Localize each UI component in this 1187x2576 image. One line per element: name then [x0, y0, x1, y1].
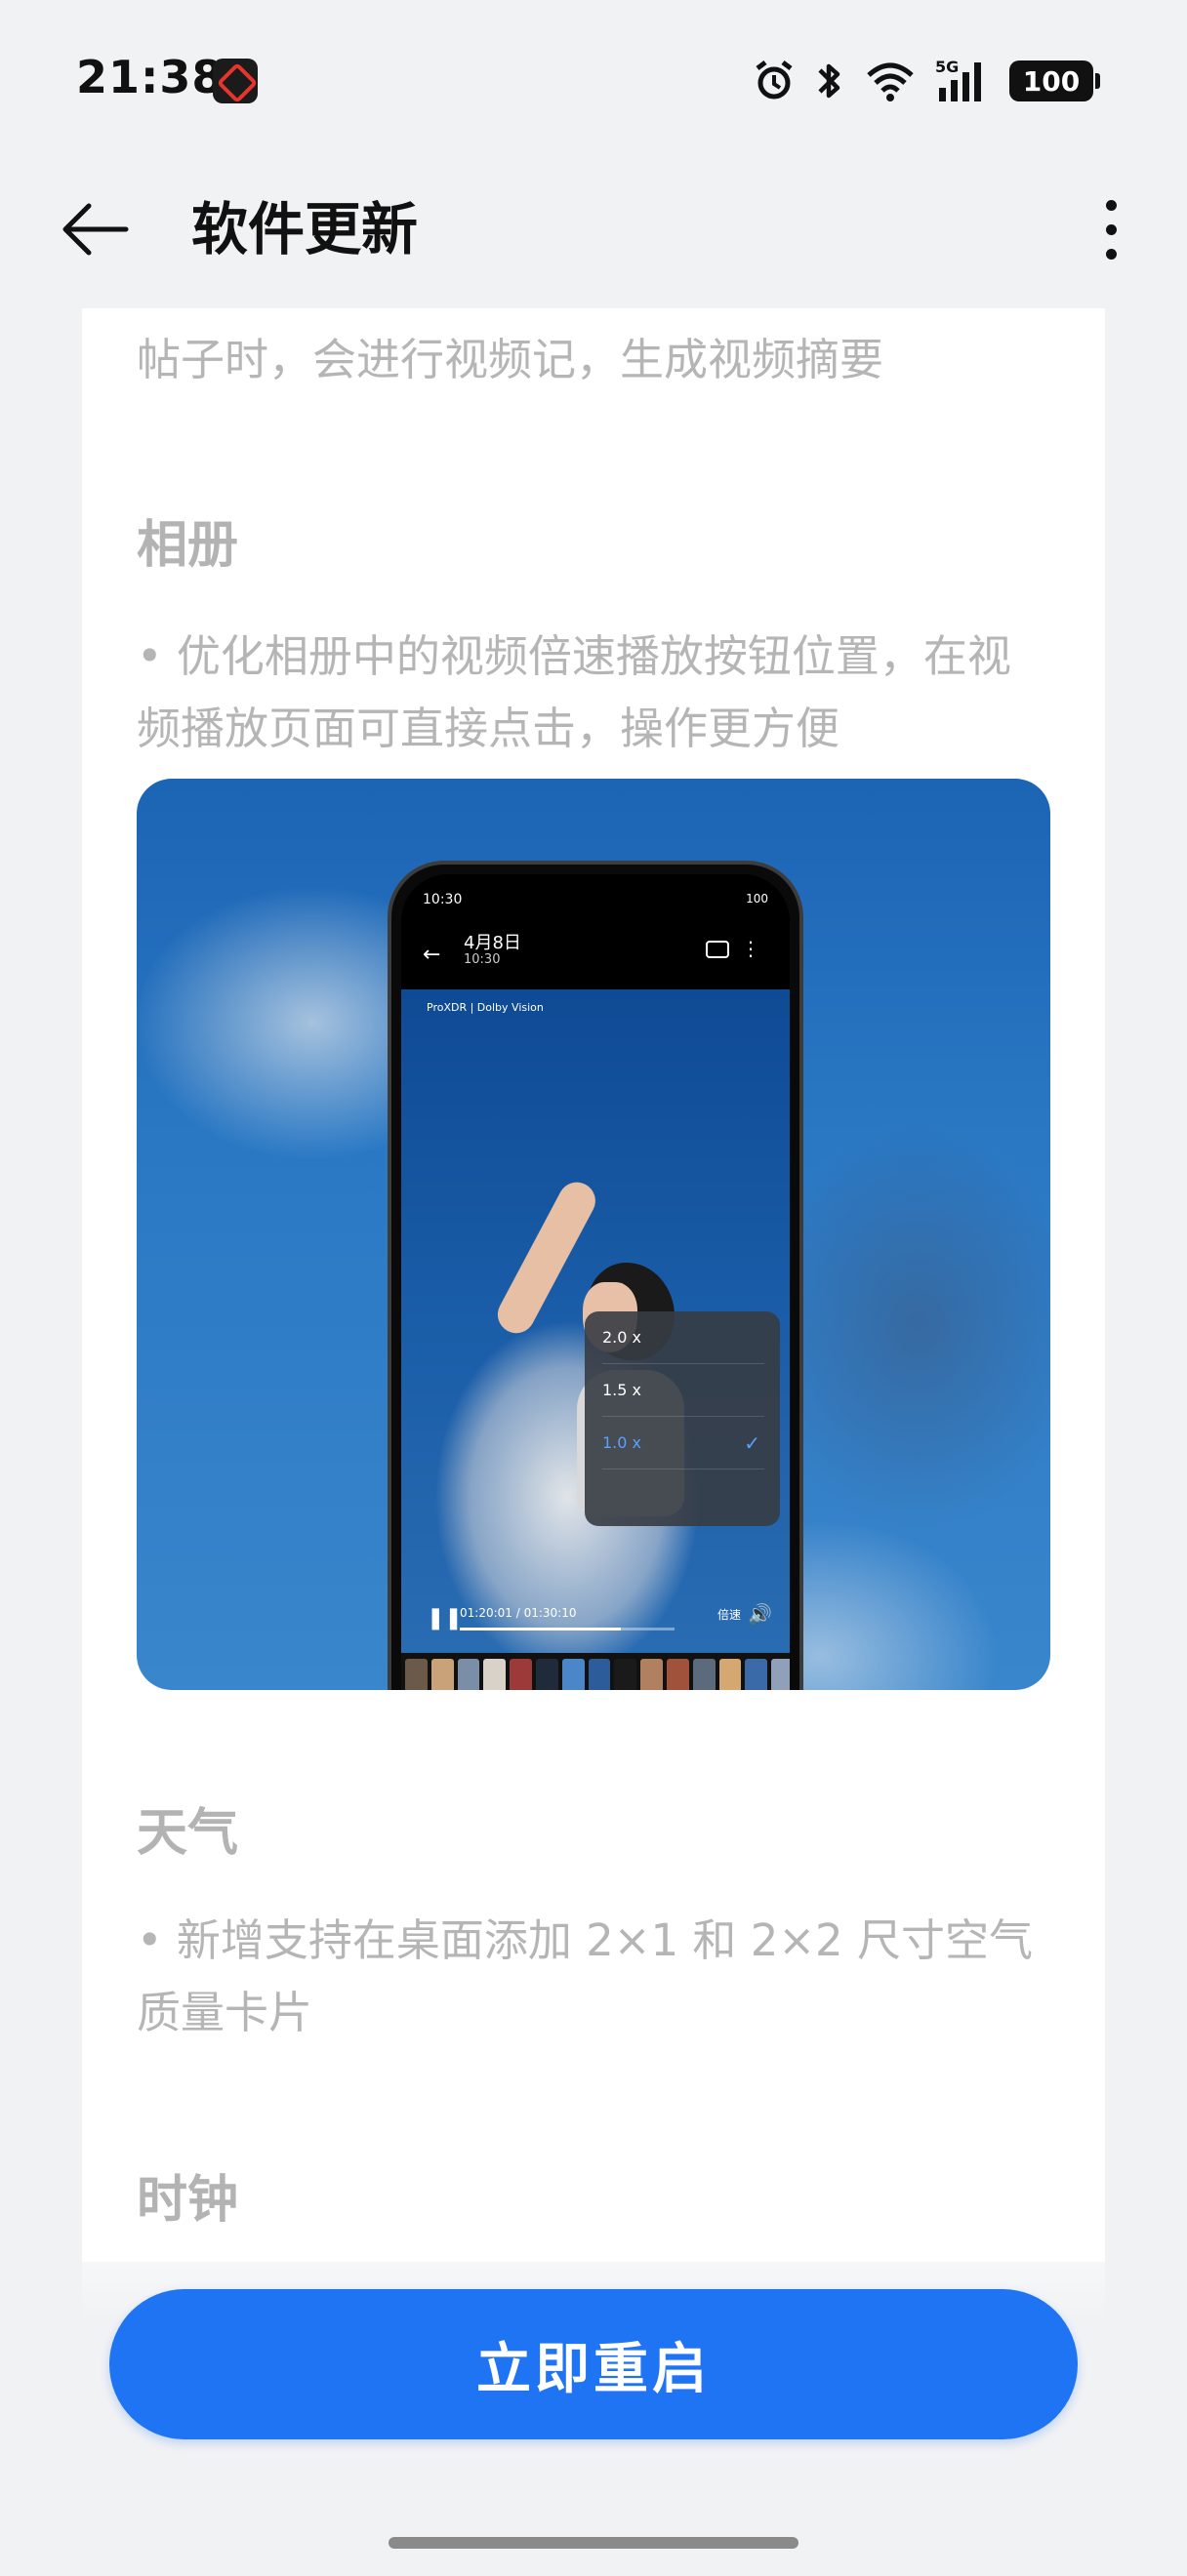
pause-icon: ❚❚: [427, 1606, 463, 1630]
notes-text-partial: • 优化了小艺通话等功能，播放视频: [137, 308, 1054, 324]
check-icon: ✓: [744, 1431, 760, 1455]
notes-text: 帖子时，会进行视频记，生成视频摘要: [137, 334, 884, 385]
page-title: 软件更新: [191, 196, 419, 262]
more-dot-icon: [1105, 199, 1117, 211]
more-options-button[interactable]: [1082, 185, 1140, 273]
preview-date: 4月8日: [464, 933, 521, 953]
back-button[interactable]: [51, 185, 139, 273]
playback-controls: ❚❚ 01:20:01 / 01:30:10 倍速 🔊: [401, 1594, 790, 1643]
speed-option-selected: 1.0 x ✓: [602, 1417, 764, 1469]
app-notification-icon: [213, 59, 258, 103]
section-title-gallery: 相册: [137, 516, 239, 575]
status-time: 21:38: [76, 51, 225, 103]
playback-speed-menu: 2.0 x 1.5 x 1.0 x ✓: [585, 1311, 780, 1526]
back-arrow-icon: [62, 203, 129, 256]
playback-progress: [460, 1628, 675, 1630]
release-notes-card: • 优化了小艺通话等功能，播放视频 帖子时，会进行视频记，生成视频摘要 相册 •…: [82, 308, 1105, 2576]
preview-video: ProXDR | Dolby Vision 2.0 x 1.5 x 1.0 x …: [401, 989, 790, 1653]
bluetooth-icon: [818, 63, 840, 99]
more-dot-icon: [1105, 248, 1117, 260]
playback-time: 01:20:01 / 01:30:10: [460, 1606, 577, 1620]
section-body-weather: • 新增支持在桌面添加 2×1 和 2×2 尺寸空气质量卡片: [137, 1914, 1033, 2038]
restart-now-button[interactable]: 立即重启: [109, 2289, 1078, 2439]
speed-option: 2.0 x: [602, 1311, 764, 1364]
preview-subtime: 10:30: [464, 952, 501, 967]
more-dot-icon: [1105, 223, 1117, 235]
speed-label: 倍速: [716, 1608, 741, 1622]
filmstrip: [401, 1653, 790, 1690]
speed-option-label: 1.0 x: [602, 1433, 641, 1452]
network-type-label: 5G: [935, 58, 959, 76]
preview-status-time: 10:30: [423, 892, 463, 907]
preview-camera-icon: [706, 941, 729, 958]
speed-option: 1.5 x: [602, 1364, 764, 1417]
home-indicator[interactable]: [389, 2537, 798, 2549]
status-bar: 21:38 5G 100: [0, 0, 1187, 166]
preview-battery: 100: [746, 892, 768, 906]
alarm-icon: [756, 60, 793, 100]
preview-back-icon: ←: [423, 943, 441, 967]
app-header: 软件更新: [0, 166, 1187, 302]
preview-more-icon: ⋮: [741, 937, 760, 960]
volume-icon: 🔊: [748, 1602, 772, 1626]
section-title-weather: 天气: [137, 1804, 239, 1863]
status-icons: 5G 100: [752, 55, 1100, 107]
feature-preview-image: 10:30 100 ← 4月8日 10:30 ⋮ ProXDR | Dolby …: [137, 779, 1050, 1690]
phone-mockup: 10:30 100 ← 4月8日 10:30 ⋮ ProXDR | Dolby …: [388, 861, 803, 1690]
battery-icon: 100: [1009, 60, 1100, 101]
section-body-gallery: • 优化相册中的视频倍速播放按钮位置，在视频播放页面可直接点击，操作更方便: [137, 630, 1011, 754]
section-title-clock: 时钟: [137, 2171, 239, 2230]
phone-screen: 10:30 100 ← 4月8日 10:30 ⋮ ProXDR | Dolby …: [401, 874, 790, 1690]
battery-level: 100: [1022, 64, 1081, 98]
cellular-5g-icon: 5G: [935, 58, 981, 101]
preview-brand-logo: ProXDR | Dolby Vision: [427, 1001, 544, 1014]
wifi-icon: [867, 62, 914, 101]
